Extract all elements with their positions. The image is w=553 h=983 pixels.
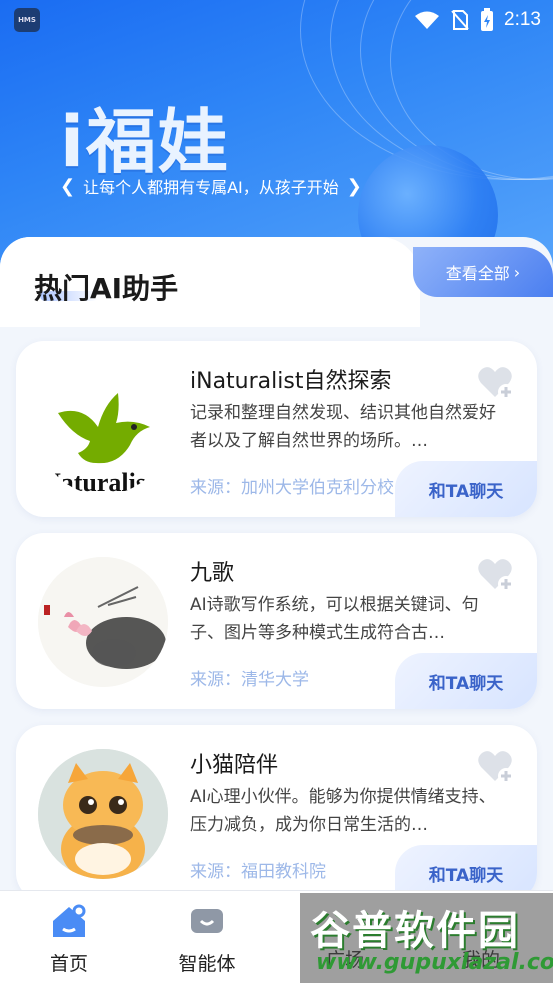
assistant-card[interactable]: 九歌 AI诗歌写作系统，可以根据关键词、句子、图片等多种模式生成符合古… 来源：…: [16, 533, 537, 709]
hms-badge: HMS: [14, 8, 40, 32]
card-name: iNaturalist自然探索: [190, 369, 392, 394]
agent-icon: [191, 909, 223, 933]
inaturalist-avatar: Naturalis: [38, 365, 168, 495]
card-source: 来源：加州大学伯克利分校 ...: [190, 478, 416, 498]
lotus-painting-icon: [38, 557, 168, 687]
wifi-icon: [415, 11, 440, 29]
card-name: 小猫陪伴: [190, 753, 279, 778]
no-sim-icon: [451, 10, 469, 30]
card-description: AI心理小伙伴。能够为你提供情绪支持、压力减负，成为你日常生活的…: [190, 787, 496, 835]
avatar-label: Naturalis: [42, 468, 146, 495]
assistant-card[interactable]: 小猫陪伴 AI心理小伙伴。能够为你提供情绪支持、压力减负，成为你日常生活的… 来…: [16, 725, 537, 901]
card-description: 记录和整理自然发现、结识其他自然爱好者以及了解自然世界的场所。…: [190, 403, 496, 451]
watermark-url: www.gupuxlazal.com: [316, 950, 553, 975]
card-source: 来源：福田教科院: [190, 862, 326, 882]
card-description: AI诗歌写作系统，可以根据关键词、句子、图片等多种模式生成符合古…: [190, 595, 479, 643]
battery-icon: [481, 8, 494, 31]
card-source: 来源：清华大学: [190, 670, 309, 690]
favorite-add-icon[interactable]: [475, 555, 515, 595]
cat-avatar: [38, 749, 168, 879]
slogan: ❮ 让每个人都拥有专属AI，从孩子开始 ❯: [60, 174, 362, 198]
nav-item-home[interactable]: 首页: [24, 903, 114, 976]
status-time: 2:13: [504, 9, 541, 30]
watermark-title: 谷普软件园: [310, 908, 520, 954]
nav-item-agent[interactable]: 智能体: [162, 903, 252, 976]
status-bar: HMS 2:13: [0, 0, 553, 40]
brand-title: i福娃: [60, 101, 230, 183]
section-title: 热门AI助手: [34, 272, 179, 305]
view-all-label: 查看全部: [445, 264, 510, 283]
favorite-add-icon[interactable]: [475, 363, 515, 403]
cat-character-icon: [38, 749, 168, 879]
chevron-right-icon: ❯: [346, 175, 362, 197]
assistant-card[interactable]: Naturalis iNaturalist自然探索 记录和整理自然发现、结识其他…: [16, 341, 537, 517]
bird-logo-icon: Naturalis: [38, 365, 168, 495]
jiuge-avatar: [38, 557, 168, 687]
nav-label: 首页: [49, 953, 88, 975]
chevron-left-icon: ❮: [60, 175, 76, 197]
favorite-add-icon[interactable]: [475, 747, 515, 787]
home-icon: [53, 904, 86, 937]
slogan-text: 让每个人都拥有专属AI，从孩子开始: [83, 178, 339, 197]
view-all-button[interactable]: 查看全部 ›: [413, 247, 553, 297]
chevron-right-icon: ›: [513, 262, 521, 282]
chat-button[interactable]: 和TA聊天: [395, 461, 537, 517]
chat-button[interactable]: 和TA聊天: [395, 653, 537, 709]
card-name: 九歌: [190, 561, 235, 586]
nav-label: 智能体: [178, 953, 236, 975]
